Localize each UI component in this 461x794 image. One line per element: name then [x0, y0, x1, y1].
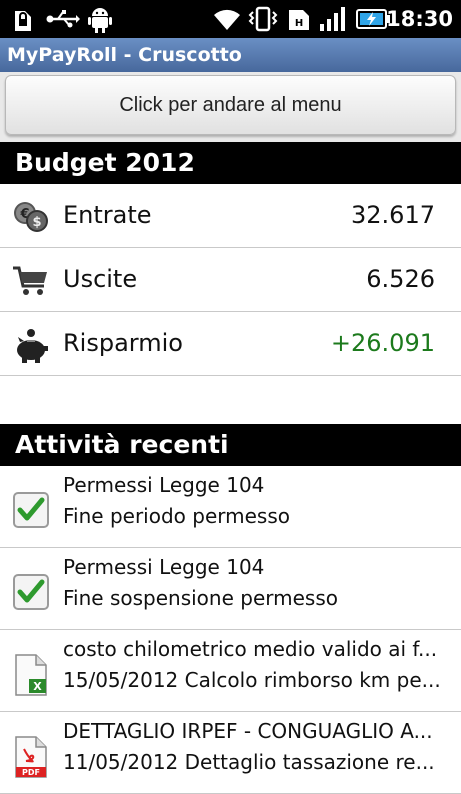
budget-header: Budget 2012: [0, 142, 461, 184]
vibrate-icon: [246, 5, 280, 33]
app-title-bar: MyPayRoll - Cruscotto: [0, 38, 461, 72]
activity-subtitle: 11/05/2012 Dettaglio tassazione re...: [63, 750, 435, 774]
budget-label: Risparmio: [63, 329, 183, 357]
svg-text:H: H: [295, 18, 303, 29]
data-icon: H: [286, 5, 312, 33]
budget-value-positive: +26.091: [330, 329, 435, 357]
activity-title: DETTAGLIO IRPEF - CONGUAGLIO A...: [63, 719, 433, 743]
pdf-file-icon: PDF: [12, 735, 50, 778]
budget-value: 6.526: [366, 265, 435, 293]
budget-value: 32.617: [351, 201, 435, 229]
sim-lock-icon: [10, 5, 36, 33]
excel-file-icon: X: [12, 653, 50, 696]
menu-button-area: Click per andare al menu: [0, 72, 461, 142]
cart-icon: [12, 264, 50, 298]
android-debug-icon: [85, 5, 115, 33]
activity-subtitle: Fine periodo permesso: [63, 504, 290, 528]
budget-row-uscite[interactable]: Uscite 6.526: [0, 248, 461, 312]
activity-item[interactable]: X costo chilometrico medio valido ai f..…: [0, 630, 461, 712]
budget-row-risparmio[interactable]: Risparmio +26.091: [0, 312, 461, 376]
coins-icon: € $: [12, 200, 50, 234]
wifi-icon: [210, 5, 244, 33]
budget-label: Uscite: [63, 265, 138, 293]
activities-header: Attività recenti: [0, 424, 461, 466]
usb-icon: [45, 5, 81, 33]
budget-row-entrate[interactable]: € $ Entrate 32.617: [0, 184, 461, 248]
svg-text:$: $: [32, 215, 41, 230]
svg-text:X: X: [33, 680, 42, 693]
activity-title: Permessi Legge 104: [63, 473, 265, 497]
budget-label: Entrate: [63, 201, 152, 229]
activity-item[interactable]: Permessi Legge 104 Fine sospensione perm…: [0, 548, 461, 630]
clock: 18:30: [386, 7, 453, 31]
activity-title: costo chilometrico medio valido ai f...: [63, 637, 438, 661]
activity-subtitle: 15/05/2012 Calcolo rimborso km pe...: [63, 668, 441, 692]
activity-subtitle: Fine sospensione permesso: [63, 586, 338, 610]
piggy-bank-icon: [12, 328, 50, 363]
activity-title: Permessi Legge 104: [63, 555, 265, 579]
activity-item[interactable]: PDF DETTAGLIO IRPEF - CONGUAGLIO A... 11…: [0, 712, 461, 794]
checkbox-checked-icon: [12, 489, 50, 531]
menu-button[interactable]: Click per andare al menu: [5, 75, 456, 135]
app-title: MyPayRoll - Cruscotto: [7, 44, 242, 66]
signal-icon: [318, 5, 348, 33]
activity-item[interactable]: Permessi Legge 104 Fine periodo permesso: [0, 466, 461, 548]
status-bar: H 18:30: [0, 0, 461, 38]
checkbox-checked-icon: [12, 571, 50, 613]
svg-text:PDF: PDF: [22, 768, 40, 777]
